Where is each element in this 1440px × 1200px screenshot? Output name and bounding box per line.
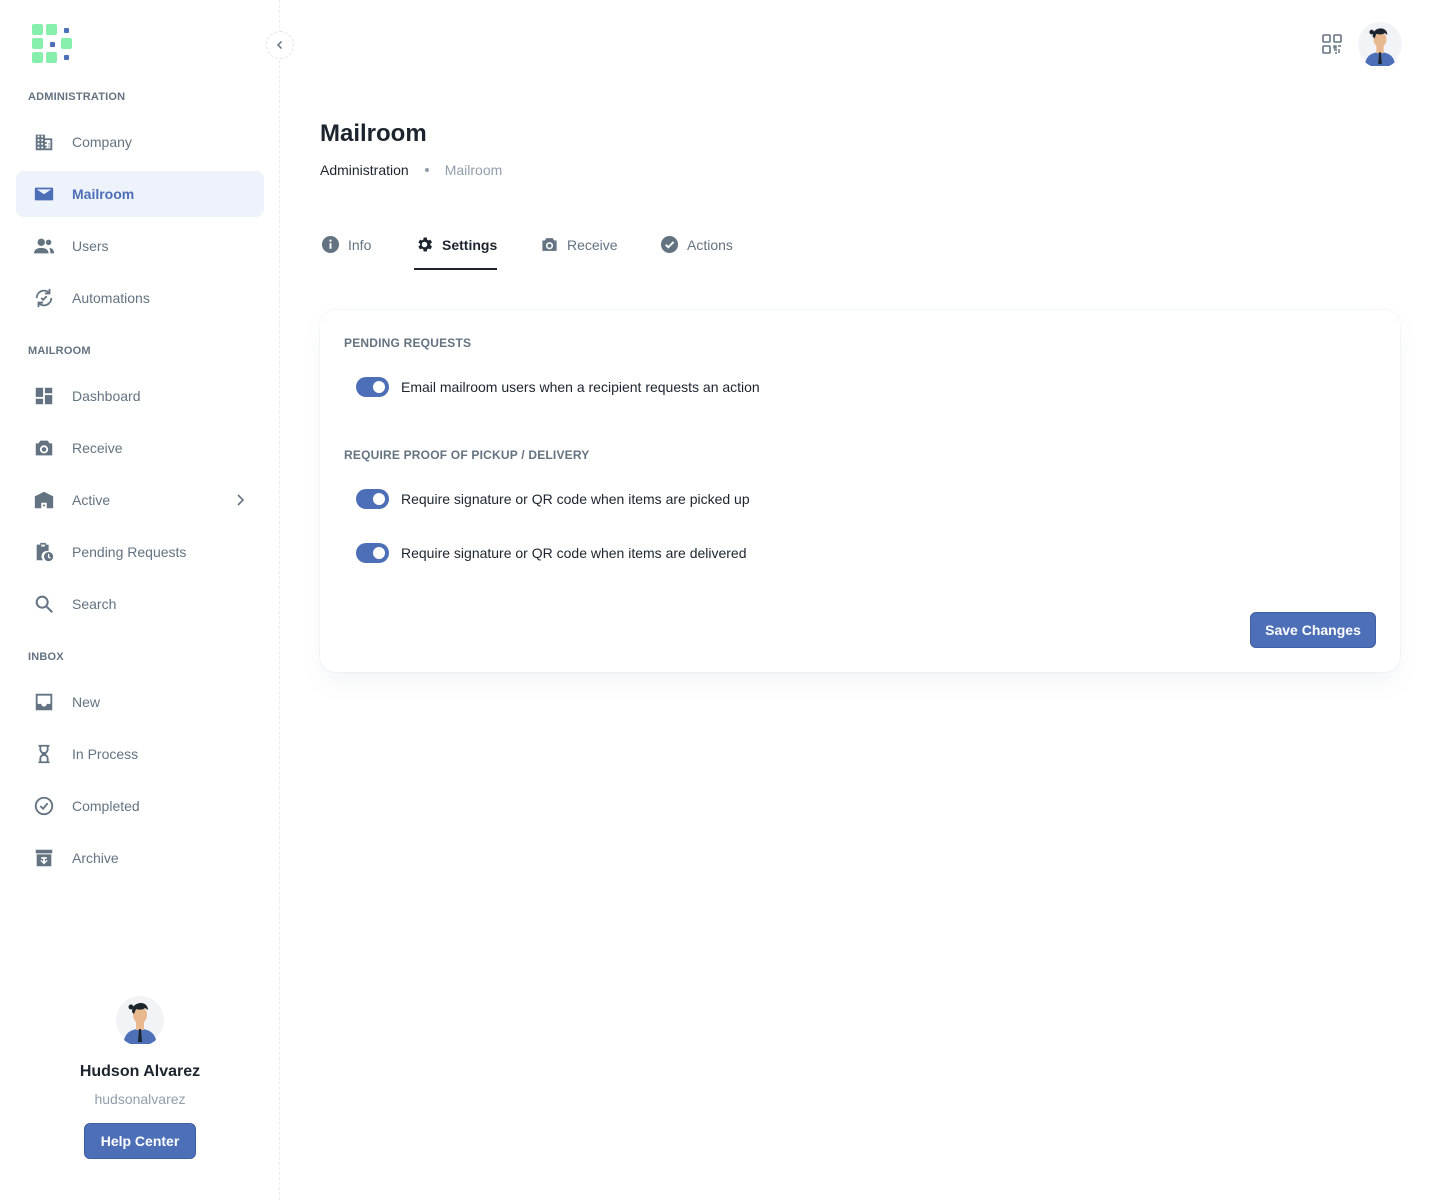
hourglass-icon [32, 742, 56, 766]
sidebar-item-new[interactable]: New [16, 679, 264, 725]
inbox-icon [32, 690, 56, 714]
email-mailroom-users-toggle[interactable] [356, 377, 389, 397]
toggle-row-email-mailroom-users: Email mailroom users when a recipient re… [356, 377, 760, 397]
toggle-label: Email mailroom users when a recipient re… [401, 379, 760, 395]
sidebar-item-label: New [72, 694, 101, 710]
help-center-button[interactable]: Help Center [84, 1123, 196, 1159]
mail-icon [32, 182, 56, 206]
sidebar-item-label: Search [72, 596, 117, 612]
tab-info[interactable]: Info [320, 234, 371, 270]
breadcrumb-current: Mailroom [444, 162, 503, 178]
sidebar-item-label: Company [72, 134, 132, 150]
delivery-signature-toggle[interactable] [356, 543, 389, 563]
sidebar-item-company[interactable]: Company [16, 119, 264, 165]
building-icon [32, 130, 56, 154]
section-title-require-proof: REQUIRE PROOF OF PICKUP / DELIVERY [344, 448, 590, 462]
chevron-right-icon [237, 494, 245, 506]
sidebar-item-label: Active [72, 492, 111, 508]
sidebar-item-users[interactable]: Users [16, 223, 264, 269]
breadcrumb: Administration Mailroom [320, 162, 502, 178]
sidebar-item-completed[interactable]: Completed [16, 783, 264, 829]
sidebar-item-label: Automations [72, 290, 150, 306]
sidebar-item-receive[interactable]: Receive [16, 425, 264, 471]
sidebar-item-dashboard[interactable]: Dashboard [16, 373, 264, 419]
clipboard-clock-icon [32, 540, 56, 564]
profile-name: Hudson Alvarez [79, 1063, 201, 1080]
sidebar-item-label: Archive [72, 850, 119, 866]
users-icon [32, 234, 56, 258]
tab-settings[interactable]: Settings [414, 234, 498, 270]
toggle-knob [373, 493, 385, 505]
camera-icon [32, 436, 56, 460]
sidebar-item-label: Mailroom [72, 186, 135, 202]
save-changes-button[interactable]: Save Changes [1250, 612, 1376, 648]
toggle-row-delivery-signature: Require signature or QR code when items … [356, 543, 747, 563]
sync-icon [32, 286, 56, 310]
tab-actions[interactable]: Actions [659, 234, 733, 270]
sidebar-item-label: In Process [72, 746, 139, 762]
sidebar: ADMINISTRATION Company Mailroom Users Au… [0, 0, 280, 1200]
sidebar-item-label: Receive [72, 440, 123, 456]
page-title: Mailroom [320, 120, 427, 147]
search-icon [32, 592, 56, 616]
sidebar-item-pending-requests[interactable]: Pending Requests [16, 529, 264, 575]
user-profile: Hudson Alvarez hudsonalvarez Help Center [0, 996, 280, 1159]
section-title-mailroom: MAILROOM [28, 345, 91, 357]
sidebar-item-label: Completed [72, 798, 140, 814]
tab-label: Settings [442, 237, 498, 253]
toggle-label: Require signature or QR code when items … [401, 545, 747, 561]
sidebar-item-automations[interactable]: Automations [16, 275, 264, 321]
collapse-sidebar-button[interactable] [266, 31, 294, 59]
sidebar-item-archive[interactable]: Archive [16, 835, 264, 881]
info-icon [320, 234, 340, 254]
avatar[interactable] [116, 996, 164, 1047]
breadcrumb-link-administration[interactable]: Administration [320, 162, 409, 178]
toggle-knob [373, 381, 385, 393]
sidebar-item-search[interactable]: Search [16, 581, 264, 627]
section-title-administration: ADMINISTRATION [28, 91, 126, 103]
camera-icon [539, 234, 559, 254]
qr-code-icon[interactable] [1320, 32, 1344, 56]
tab-receive[interactable]: Receive [539, 234, 618, 270]
breadcrumb-separator [424, 168, 429, 172]
sidebar-item-in-process[interactable]: In Process [16, 731, 264, 777]
sidebar-item-active[interactable]: Active [16, 477, 264, 523]
sidebar-item-label: Pending Requests [72, 544, 187, 560]
sidebar-item-label: Users [72, 238, 109, 254]
section-title-inbox: INBOX [28, 651, 64, 663]
chevron-left-icon [276, 40, 283, 50]
tab-label: Actions [687, 237, 733, 253]
sidebar-item-label: Dashboard [72, 388, 141, 404]
gear-icon [414, 234, 434, 254]
settings-card: PENDING REQUESTS Email mailroom users wh… [320, 310, 1400, 672]
toggle-knob [373, 547, 385, 559]
archive-icon [32, 846, 56, 870]
toggle-label: Require signature or QR code when items … [401, 491, 750, 507]
toggle-row-pickup-signature: Require signature or QR code when items … [356, 489, 750, 509]
profile-handle: hudsonalvarez [94, 1091, 186, 1107]
tab-label: Receive [567, 237, 618, 253]
app-logo[interactable] [32, 24, 74, 64]
sidebar-item-mailroom[interactable]: Mailroom [16, 171, 264, 217]
pickup-signature-toggle[interactable] [356, 489, 389, 509]
check-circle-outline-icon [32, 794, 56, 818]
warehouse-icon [32, 488, 56, 512]
tab-label: Info [348, 237, 372, 253]
dashboard-icon [32, 384, 56, 408]
section-title-pending-requests: PENDING REQUESTS [344, 336, 472, 350]
check-circle-icon [659, 234, 679, 254]
account-avatar[interactable] [1358, 22, 1402, 66]
